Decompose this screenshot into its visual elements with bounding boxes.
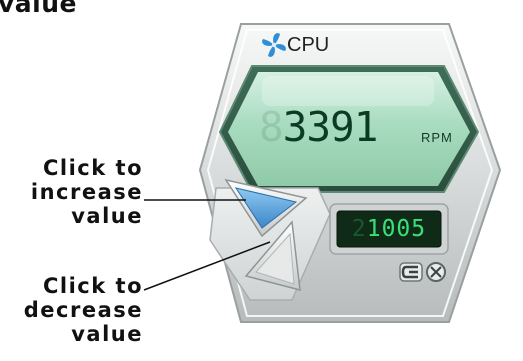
threshold-readout: 21005 [338,211,440,247]
lcd-glare [262,76,434,106]
close-button[interactable] [426,262,446,282]
rpm-unit-label: RPM [421,130,453,145]
decrease-button[interactable] [248,224,300,288]
threshold-value: 1005 [366,216,427,242]
monitor-toggle-button[interactable] [398,261,424,283]
fan-monitor-widget [143,23,502,323]
increase-button[interactable] [228,182,304,230]
rpm-value: 3391 [282,103,379,151]
threshold-ghost-digit: 2 [351,216,367,242]
fan-name-label: CPU [287,34,330,56]
rpm-readout: 83391 [259,103,379,151]
rpm-ghost-digit: 8 [259,103,284,151]
